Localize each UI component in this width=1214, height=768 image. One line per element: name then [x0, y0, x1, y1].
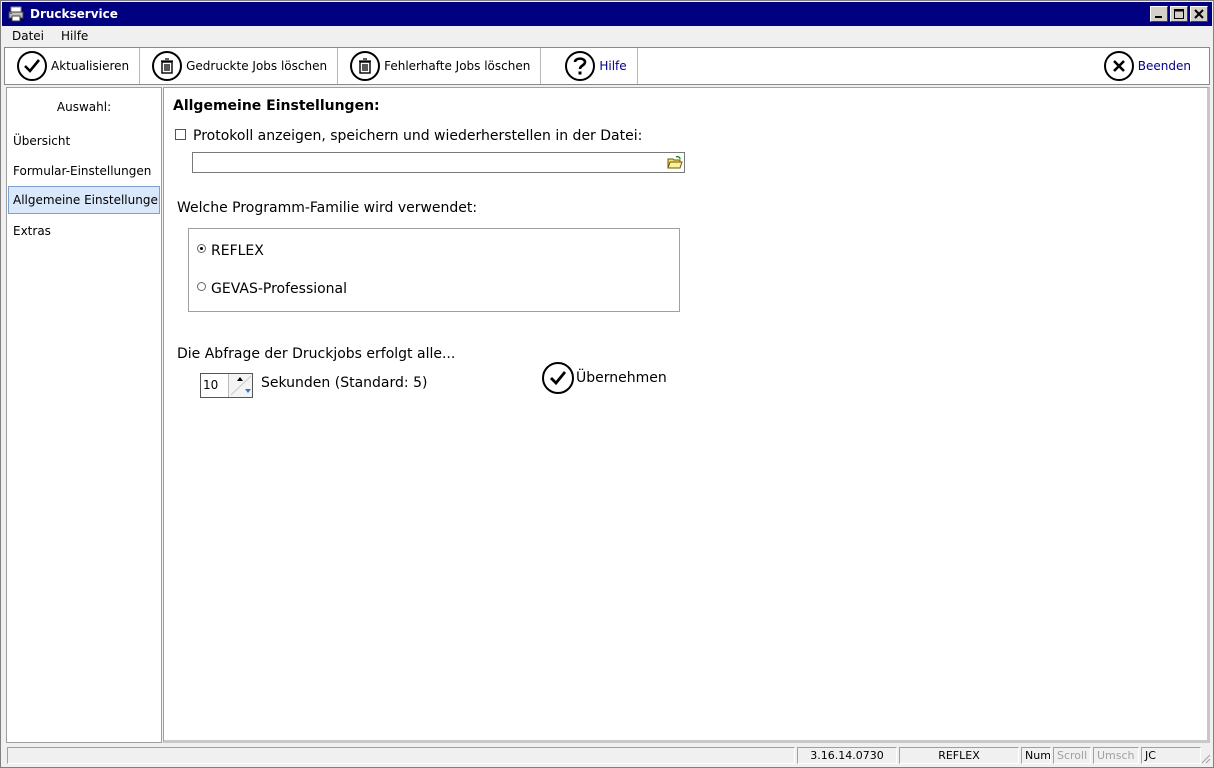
menu-bar: Datei Hilfe [2, 26, 1212, 46]
family-question: Welche Programm-Familie wird verwendet: [177, 200, 478, 216]
poll-interval-unit: Sekunden (Standard: 5) [261, 375, 428, 391]
sidebar-heading: Auswahl: [56, 100, 112, 114]
close-button[interactable] [1190, 6, 1208, 22]
log-checkbox-row[interactable]: Protokoll anzeigen, speichern und wieder… [175, 128, 642, 144]
checkmark-icon [17, 51, 47, 81]
delete-failed-label: Fehlerhafte Jobs löschen [384, 59, 531, 73]
sidebar-item-overview[interactable]: Übersicht [9, 127, 161, 155]
close-circle-icon [1103, 51, 1134, 81]
exit-label: Beenden [1137, 59, 1191, 73]
toolbar: Aktualisieren Gedruckte Jobs löschen Feh… [4, 47, 1210, 85]
poll-interval-value[interactable]: 10 [201, 374, 228, 397]
sidebar-item-extras[interactable]: Extras [9, 217, 161, 245]
trash-icon [152, 51, 183, 81]
stepper-arrows[interactable] [228, 374, 252, 397]
sidebar-item-general-settings[interactable]: Allgemeine Einstellungen [8, 186, 160, 214]
minimize-icon [1155, 16, 1162, 18]
window-controls [1150, 6, 1208, 22]
trash-icon [350, 51, 381, 81]
apply-button[interactable]: Übernehmen [542, 362, 667, 394]
question-icon [565, 51, 596, 81]
apply-label: Übernehmen [576, 370, 667, 386]
status-shift: Umsch [1093, 746, 1139, 764]
status-message [7, 746, 795, 764]
poll-interval-label: Die Abfrage der Druckjobs erfolgt alle..… [177, 346, 456, 362]
close-icon [1194, 9, 1204, 19]
radio-gevas-label: GEVAS-Professional [211, 281, 348, 297]
sidebar-item-form-settings[interactable]: Formular-Einstellungen [9, 157, 161, 185]
help-label: Hilfe [599, 59, 627, 73]
status-bar: 3.16.14.0730 REFLEX Num Scroll Umsch JC [2, 745, 1212, 765]
log-file-field[interactable] [192, 152, 685, 173]
radio-option-reflex[interactable]: REFLEX [197, 243, 264, 259]
family-radio-group: REFLEX GEVAS-Professional [188, 228, 680, 312]
menu-hilfe[interactable]: Hilfe [51, 29, 95, 43]
folder-browse-button[interactable] [665, 153, 684, 172]
refresh-button[interactable]: Aktualisieren [5, 48, 141, 84]
log-checkbox[interactable] [175, 128, 186, 140]
poll-interval-stepper[interactable]: 10 [200, 373, 253, 398]
checkmark-icon [542, 362, 574, 394]
exit-button[interactable]: Beenden [1103, 48, 1209, 84]
folder-open-icon [666, 155, 683, 168]
delete-printed-jobs-button[interactable]: Gedruckte Jobs löschen [140, 48, 339, 84]
maximize-button[interactable] [1170, 6, 1188, 22]
radio-option-gevas[interactable]: GEVAS-Professional [197, 281, 347, 297]
title-bar[interactable]: Druckservice [2, 2, 1212, 26]
menu-datei[interactable]: Datei [2, 29, 51, 43]
radio-reflex-label: REFLEX [211, 243, 264, 259]
log-checkbox-label: Protokoll anzeigen, speichern und wieder… [193, 128, 643, 144]
printer-icon [8, 6, 24, 22]
resize-grip-icon[interactable] [1199, 752, 1211, 764]
status-num: Num [1021, 746, 1051, 764]
status-version: 3.16.14.0730 [797, 746, 897, 764]
delete-printed-label: Gedruckte Jobs löschen [186, 59, 328, 73]
radio-reflex[interactable] [197, 243, 206, 253]
status-family: REFLEX [899, 746, 1019, 764]
minimize-button[interactable] [1150, 6, 1168, 22]
maximize-icon [1174, 9, 1184, 19]
radio-gevas[interactable] [197, 281, 206, 291]
page-title: Allgemeine Einstellungen: [173, 98, 380, 114]
help-button[interactable]: Hilfe [541, 48, 638, 84]
status-user: JC [1141, 746, 1201, 764]
refresh-label: Aktualisieren [51, 59, 130, 73]
stepper-divider [230, 375, 252, 396]
settings-panel: Allgemeine Einstellungen: Protokoll anze… [163, 87, 1210, 743]
app-window: Druckservice Datei Hilfe Aktualisieren G… [0, 0, 1214, 768]
sidebar: Auswahl: Übersicht Formular-Einstellunge… [6, 87, 162, 743]
window-title: Druckservice [30, 7, 118, 21]
delete-failed-jobs-button[interactable]: Fehlerhafte Jobs löschen [338, 48, 542, 84]
status-scroll: Scroll [1053, 746, 1091, 764]
